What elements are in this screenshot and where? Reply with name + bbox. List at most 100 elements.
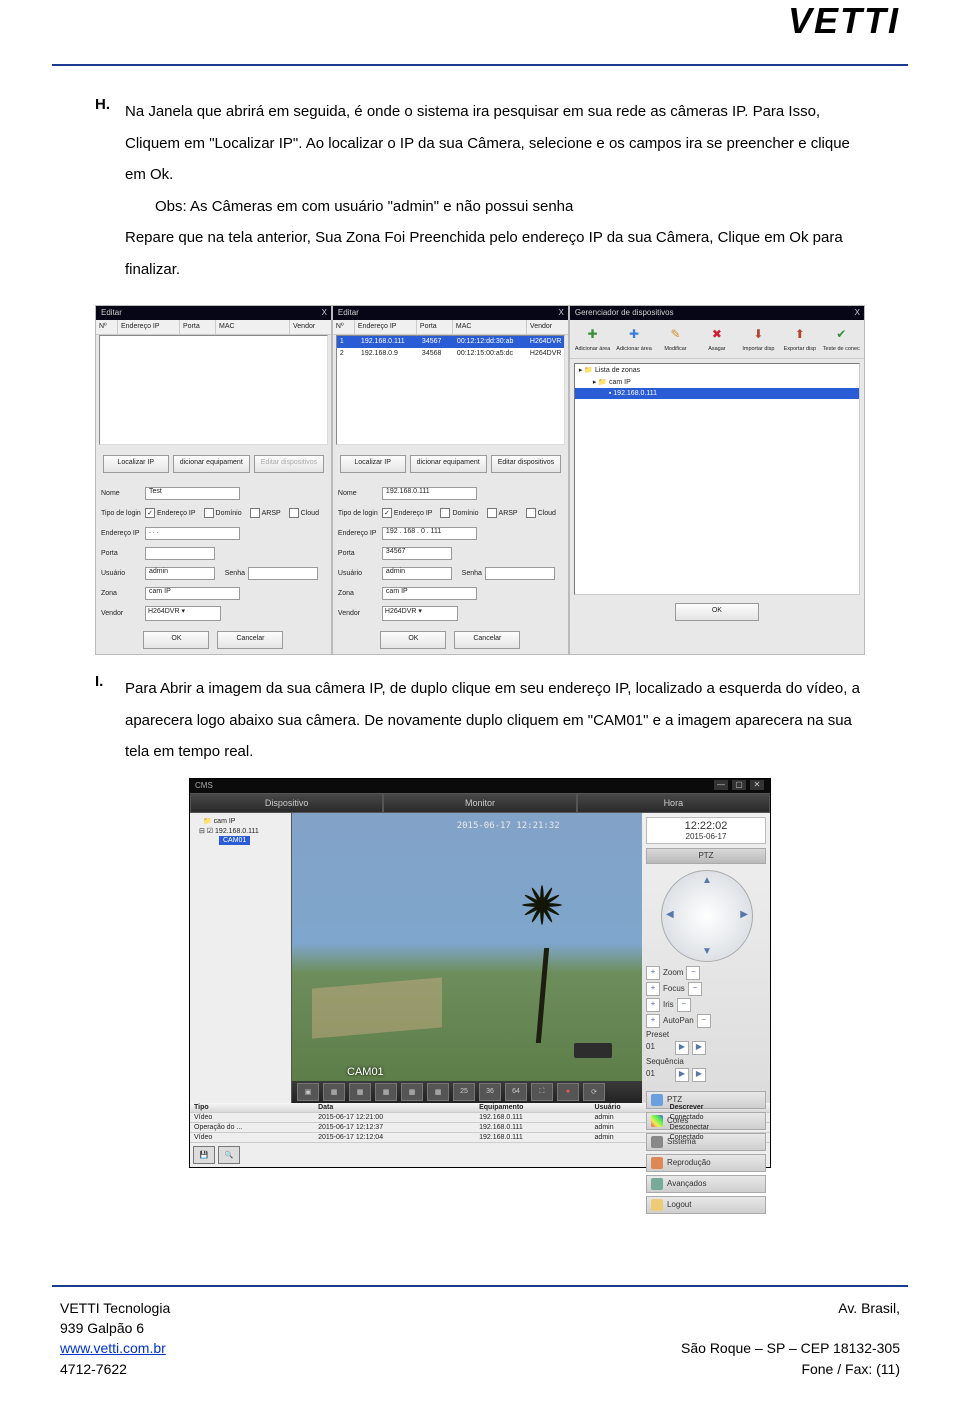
toolbar-modify[interactable]: ✎Modificar [656,324,695,352]
footer-link[interactable]: www.vetti.com.br [60,1340,166,1356]
toolbar-add-area[interactable]: ✚Adicionar área [573,324,612,352]
ok-button[interactable]: OK [143,631,209,649]
layout-36-button[interactable]: 36 [479,1083,501,1101]
checkbox-domain[interactable] [440,508,450,518]
log-search-icon[interactable]: 🔍 [218,1146,240,1164]
layout-64-button[interactable]: 64 [505,1083,527,1101]
pass-input[interactable] [485,567,555,580]
tree-device[interactable]: ▪ 192.168.0.111 [575,388,859,399]
iris-open-button[interactable]: + [646,998,660,1012]
edit-device-button[interactable]: Editar dispositivos [254,455,324,473]
table-row[interactable]: 1192.168.0.1113456700:12:12:dd:30:abH264… [337,336,564,348]
toolbar-export[interactable]: ⬆Exportar disp [780,324,819,352]
arrow-right-icon[interactable]: ▶ [740,909,748,920]
checkbox-cloud[interactable] [289,508,299,518]
close-icon[interactable]: X [855,306,860,320]
device-manager-panel: Gerenciador de dispositivos X ✚Adicionar… [569,305,865,655]
toolbar-add-area2[interactable]: ✚Adicionar área [614,324,653,352]
sequence-select[interactable]: 01 [646,1069,672,1081]
checkbox-ip[interactable]: ✓ [145,508,155,518]
video-view[interactable]: 2015-06-17 12:21:32 CAM01 ▣ ▦ ▦ ▦ ▦ ▦ 25… [292,813,642,1103]
locate-ip-button[interactable]: Localizar IP [103,455,169,473]
vendor-select[interactable]: H264DVR ▾ [382,606,458,621]
fullscreen-icon[interactable]: ⛶ [531,1083,553,1101]
locate-ip-button[interactable]: Localizar IP [340,455,406,473]
checkbox-cloud[interactable] [526,508,536,518]
layout-1-icon[interactable]: ▣ [297,1083,319,1101]
focus-out-button[interactable]: − [688,982,702,996]
arrow-left-icon[interactable]: ◀ [666,909,674,920]
layout-16-icon[interactable]: ▦ [427,1083,449,1101]
cancel-button[interactable]: Cancelar [217,631,283,649]
checkbox-arsp[interactable] [487,508,497,518]
toolbar-import[interactable]: ⬇Importar disp [739,324,778,352]
layout-6-icon[interactable]: ▦ [349,1083,371,1101]
preset-select[interactable]: 01 [646,1042,672,1054]
port-input[interactable] [145,547,215,560]
tab-time[interactable]: Hora [577,793,770,813]
cancel-button[interactable]: Cancelar [454,631,520,649]
close-icon[interactable]: ✕ [750,780,764,790]
edit-device-button[interactable]: Editar dispositivos [491,455,561,473]
side-ptz-button[interactable]: PTZ [646,1091,766,1109]
snapshot-icon[interactable]: ⟳ [583,1083,605,1101]
table-row[interactable]: 2192.168.0.93456800:12:15:00:a5:dcH264DV… [337,348,564,360]
user-input[interactable]: admin [382,567,452,580]
checkbox-domain[interactable] [204,508,214,518]
footer-rule [52,1285,908,1293]
ok-button[interactable]: OK [675,603,759,621]
tree-zone[interactable]: 📁 cam IP [193,816,288,826]
tree-camera[interactable]: CAM01 [219,836,250,845]
close-icon[interactable]: X [559,306,564,320]
preset-go2-button[interactable]: ▶ [692,1041,706,1055]
log-save-icon[interactable]: 💾 [193,1146,215,1164]
ptz-dpad[interactable]: ▲ ▼ ◀ ▶ [661,870,751,960]
seq-go2-button[interactable]: ▶ [692,1068,706,1082]
maximize-icon[interactable]: ▢ [732,780,746,790]
layout-8-icon[interactable]: ▦ [375,1083,397,1101]
toolbar-test[interactable]: ✔Teste de conec [822,324,861,352]
layout-9-icon[interactable]: ▦ [401,1083,423,1101]
side-system-button[interactable]: Sistema [646,1133,766,1151]
ok-button[interactable]: OK [380,631,446,649]
checkbox-ip[interactable]: ✓ [382,508,392,518]
arrow-down-icon[interactable]: ▼ [702,946,712,957]
record-icon[interactable]: ● [557,1083,579,1101]
add-equip-button[interactable]: dicionar equipament [173,455,250,473]
pass-input[interactable] [248,567,318,580]
zone-input[interactable]: cam IP [145,587,240,600]
checkbox-arsp[interactable] [250,508,260,518]
minimize-icon[interactable]: — [714,780,728,790]
log-col-type: Tipo [190,1103,314,1113]
seq-go1-button[interactable]: ▶ [675,1068,689,1082]
autopan-plus-button[interactable]: + [646,1014,660,1028]
layout-25-button[interactable]: 25 [453,1083,475,1101]
tab-device[interactable]: Dispositivo [190,793,383,813]
iris-close-button[interactable]: − [677,998,691,1012]
tab-monitor[interactable]: Monitor [383,793,576,813]
ip-input[interactable]: 192 . 168 . 0 . 111 [382,527,477,540]
arrow-up-icon[interactable]: ▲ [702,875,712,886]
side-logout-button[interactable]: Logout [646,1196,766,1214]
zone-input[interactable]: cam IP [382,587,477,600]
zoom-in-button[interactable]: + [646,966,660,980]
port-input[interactable]: 34567 [382,547,452,560]
add-equip-button[interactable]: dicionar equipament [410,455,487,473]
tree-device[interactable]: ⊟ ☑ 192.168.0.111 [193,826,288,836]
name-input[interactable]: 192.168.0.111 [382,487,477,500]
focus-in-button[interactable]: + [646,982,660,996]
layout-4-icon[interactable]: ▦ [323,1083,345,1101]
ip-input[interactable]: . . . [145,527,240,540]
tree-root[interactable]: ▸ 📁 Lista de zonas [575,364,859,376]
vendor-select[interactable]: H264DVR ▾ [145,606,221,621]
user-input[interactable]: admin [145,567,215,580]
side-playback-button[interactable]: Reprodução [646,1154,766,1172]
side-advanced-button[interactable]: Avançados [646,1175,766,1193]
close-icon[interactable]: X [322,306,327,320]
autopan-minus-button[interactable]: − [697,1014,711,1028]
tree-zone[interactable]: ▸ 📁 cam IP [575,376,859,388]
name-input[interactable]: Test [145,487,240,500]
toolbar-delete[interactable]: ✖Asagar [697,324,736,352]
zoom-out-button[interactable]: − [686,966,700,980]
preset-go1-button[interactable]: ▶ [675,1041,689,1055]
